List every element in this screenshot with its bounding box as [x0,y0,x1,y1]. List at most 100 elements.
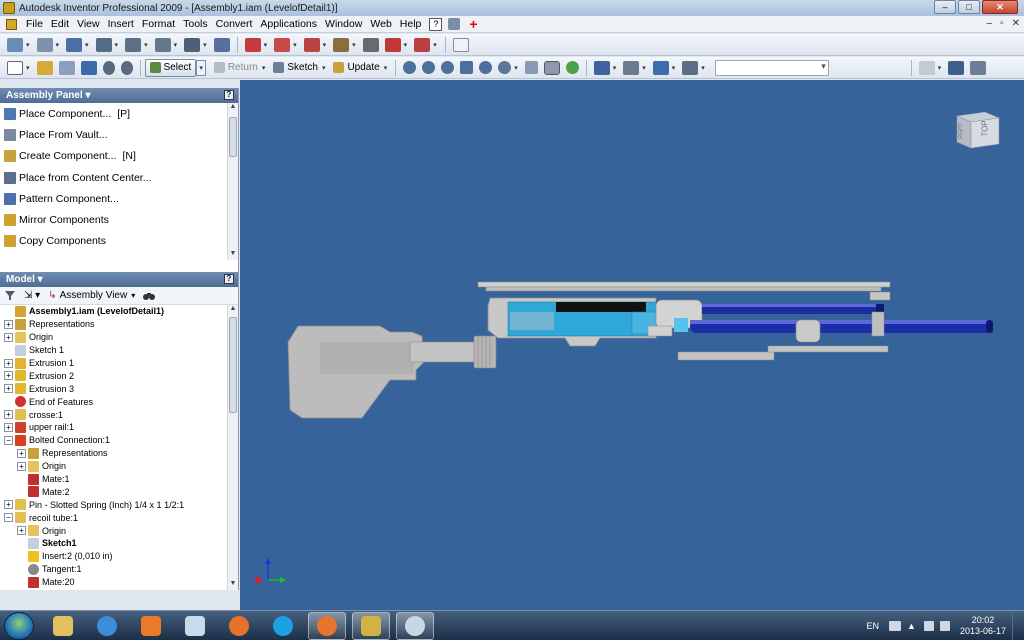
menu-tools[interactable]: Tools [179,18,212,30]
assembly-panel-item[interactable]: Place From Vault... [0,124,238,145]
work-axis-icon[interactable] [362,37,379,52]
shaded-display-icon[interactable] [543,60,560,75]
volume-icon[interactable] [939,621,950,631]
doc-minimize-button[interactable]: – [987,18,993,29]
taskbar-media-player[interactable] [132,612,170,640]
sketch-dropdown-icon[interactable]: ▾ [322,64,326,72]
assembly-panel-item[interactable]: Place Component... [P] [0,103,238,124]
expand-icon[interactable]: + [4,410,13,420]
create-component-icon[interactable] [36,37,53,52]
redo-icon[interactable] [120,60,133,75]
realistic-display-icon[interactable] [565,61,579,74]
chevron-down-icon[interactable]: ▾ [404,41,408,49]
expand-icon[interactable]: + [17,526,26,536]
add-plus-icon[interactable]: + [469,17,477,31]
tree-node[interactable]: Mate:1 [0,473,226,486]
analyze-interference-icon[interactable] [303,37,320,52]
expand-icon[interactable]: + [4,384,13,394]
menu-convert[interactable]: Convert [212,18,257,30]
viewcube-top-face[interactable]: TOP [981,120,990,136]
open-file-icon[interactable] [36,60,53,75]
assembly-panel-item[interactable]: Create Component... [N] [0,146,238,167]
assembly-panel-item[interactable]: Copy Components [0,231,238,252]
language-indicator[interactable]: EN [867,621,880,631]
look-at-icon[interactable] [524,61,538,74]
chevron-down-icon[interactable]: ▾ [672,64,676,72]
panel-help-icon[interactable]: ? [224,90,234,100]
taskbar-inventor[interactable] [352,612,390,640]
chevron-down-icon[interactable]: ▾ [701,64,705,72]
menu-view[interactable]: View [73,18,104,30]
tree-node[interactable]: + upper rail:1 [0,421,226,434]
chevron-down-icon[interactable]: ▾ [938,64,942,72]
grid-snap-icon[interactable] [125,37,142,52]
sketch-button[interactable]: Sketch [269,59,322,77]
chevron-down-icon[interactable]: ▾ [433,41,437,49]
chevron-down-icon[interactable]: ▾ [514,64,518,72]
tree-node[interactable]: Insert:2 (0,010 in) [0,550,226,563]
work-plane-icon[interactable] [333,37,350,52]
lower-rail[interactable] [677,345,889,361]
zoom-selected-icon[interactable] [479,61,493,74]
stock[interactable] [287,325,425,419]
chevron-down-icon[interactable]: ▾ [293,41,297,49]
chevron-down-icon[interactable]: ▾ [323,41,327,49]
camera-icon[interactable] [682,60,699,75]
visual-style-icon[interactable] [593,60,610,75]
viewcube[interactable]: TOP RIGHT [955,108,1001,150]
chevron-down-icon[interactable]: ▾ [26,64,30,72]
chevron-down-icon[interactable]: ▾ [26,41,30,49]
taskbar-firefox-window[interactable] [308,612,346,640]
viewcube-right-face[interactable]: RIGHT [958,123,964,139]
taskbar-explorer[interactable] [44,612,82,640]
model-tree-scrollbar[interactable]: ▲ ▼ [227,305,238,590]
menu-applications[interactable]: Applications [256,18,321,30]
barrel-lower[interactable] [690,320,993,333]
properties-icon[interactable] [918,60,935,75]
menu-help[interactable]: Help [396,18,426,30]
keyboard-icon[interactable] [889,621,902,631]
assembly-panel-item[interactable]: Mirror Components [0,209,238,230]
close-button[interactable]: ✕ [982,0,1018,14]
assembly-panel-item[interactable]: Place from Content Center... [0,167,238,188]
scroll-thumb[interactable] [229,317,237,413]
assembly-panel-header[interactable]: Assembly Panel ▾ ? [0,88,238,103]
tree-node[interactable]: Mate:20 [0,576,226,589]
tray-overflow-icon[interactable]: ▲ [907,621,916,631]
clock[interactable]: 20:02 2013-06-17 [960,615,1006,637]
start-button[interactable] [4,612,34,640]
ucs-icon[interactable] [414,37,431,52]
new-file-icon[interactable] [7,60,23,75]
upper-rail[interactable] [477,281,891,301]
design-assistant-icon[interactable] [948,60,965,75]
expand-icon[interactable]: + [4,422,13,432]
shadow-icon[interactable] [623,60,640,75]
zoom-window-icon[interactable] [422,61,436,74]
chevron-down-icon[interactable]: ▾ [264,41,268,49]
chevron-down-icon[interactable]: ▾ [352,41,356,49]
model-panel-header[interactable]: Model ▾ ? [0,272,238,287]
tree-node[interactable]: Tangent:1 [0,563,226,576]
help-topics-icon[interactable]: ? [429,17,443,31]
ground-plane-icon[interactable] [652,60,669,75]
scroll-down-icon[interactable]: ▼ [228,250,238,260]
return-dropdown-icon[interactable]: ▾ [262,64,266,72]
half-section-icon[interactable] [244,37,261,52]
tree-node[interactable]: Assembly1.iam (LevelofDetail1) [0,305,226,318]
taskbar-skype[interactable] [264,612,302,640]
tree-node[interactable]: Sketch1 [0,537,226,550]
zoom-icon[interactable] [441,61,455,74]
expand-icon[interactable]: + [4,358,13,368]
place-component-icon[interactable] [7,37,23,52]
expand-icon[interactable]: + [4,319,13,329]
tree-node[interactable]: + Extrusion 3 [0,382,226,395]
section-view-icon[interactable] [213,37,230,52]
maximize-button[interactable]: □ [958,0,980,14]
filter-icon[interactable] [4,290,16,301]
quarter-section-icon[interactable] [274,37,291,52]
update-button[interactable]: Update [329,59,383,77]
tree-node[interactable]: + crosse:1 [0,408,226,421]
tree-node[interactable]: + Origin [0,460,226,473]
replace-component-icon[interactable] [154,37,171,52]
select-dropdown-icon[interactable]: ▾ [196,59,206,76]
